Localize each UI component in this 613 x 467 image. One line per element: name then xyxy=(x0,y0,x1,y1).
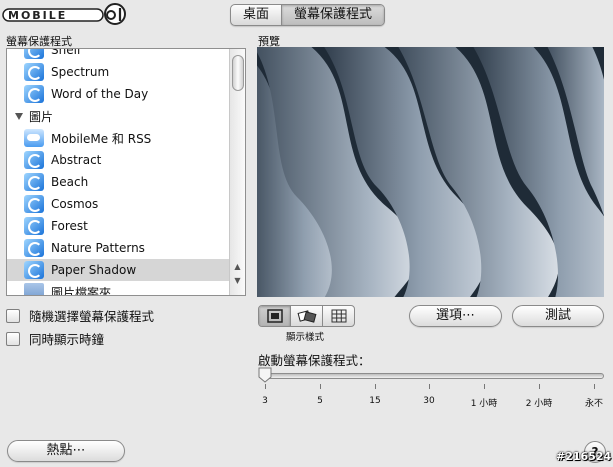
slider-tick-label: 2 小時 xyxy=(525,399,553,409)
tab-screensaver[interactable]: 螢幕保護程式 xyxy=(282,5,385,25)
folder-icon xyxy=(24,283,44,295)
list-item[interactable]: Word of the Day xyxy=(7,83,230,105)
start-after-slider-knob[interactable] xyxy=(258,367,272,383)
slider-tick-label: 5 xyxy=(317,396,323,406)
list-item-label: 圖片 xyxy=(29,109,54,124)
display-style-control xyxy=(258,305,355,327)
screensaver-preview xyxy=(257,47,604,297)
list-item-label: Shell xyxy=(51,48,81,57)
display-style-label: 顯示樣式 xyxy=(286,332,325,343)
start-screensaver-label: 啟動螢幕保護程式： xyxy=(258,353,371,368)
screensaver-icon xyxy=(24,85,44,103)
screensaver-icon xyxy=(24,63,44,81)
list-item-label: Abstract xyxy=(51,153,102,167)
slider-tick-mark xyxy=(539,384,540,389)
screensaver-list-rows: Shell Spectrum Word of the Day 圖片 MobileMe 和… xyxy=(7,48,230,296)
screensaver-icon xyxy=(24,217,44,235)
slider-tick-label: 30 xyxy=(423,396,435,406)
random-screensaver-checkbox[interactable] xyxy=(6,308,20,323)
list-item-label: 圖片檔案夾 xyxy=(51,285,112,296)
screensaver-icon xyxy=(24,151,44,169)
random-screensaver-option[interactable]: 隨機選擇螢幕保護程式 xyxy=(6,306,154,325)
list-item-label: Word of the Day xyxy=(51,87,149,101)
display-collage-button[interactable] xyxy=(291,306,322,326)
scrollbar-thumb[interactable] xyxy=(232,55,244,91)
list-item-label: MobileMe 和 RSS xyxy=(51,131,152,146)
screensaver-list[interactable]: Shell Spectrum Word of the Day 圖片 MobileMe 和… xyxy=(6,48,246,296)
scroll-down-arrow-icon[interactable]: ▼ xyxy=(232,275,243,287)
disclosure-triangle-icon[interactable] xyxy=(15,112,23,120)
list-item[interactable]: Nature Patterns xyxy=(7,237,230,259)
hot-corners-button[interactable]: 熱點⋯ xyxy=(7,440,125,462)
collage-icon xyxy=(297,310,316,323)
slider-tick-label: 1 小時 xyxy=(470,399,498,409)
slider-tick-label: 永不 xyxy=(584,399,604,409)
tab-desktop[interactable]: 桌面 xyxy=(231,5,281,25)
list-scrollbar[interactable]: ▲ ▼ xyxy=(229,49,245,295)
screensaver-icon xyxy=(24,49,44,59)
scroll-up-arrow-icon[interactable]: ▲ xyxy=(232,261,243,273)
mobile01-logo: MOBILE xyxy=(2,3,126,25)
list-item-label: Spectrum xyxy=(51,65,110,79)
cloud-icon xyxy=(24,129,44,147)
display-mosaic-button[interactable] xyxy=(323,306,354,326)
list-item[interactable]: Spectrum xyxy=(7,61,230,83)
slider-tick-mark xyxy=(375,384,376,389)
list-item-label: Beach xyxy=(51,175,89,189)
list-item[interactable]: Cosmos xyxy=(7,193,230,215)
screensaver-icon xyxy=(24,261,44,279)
paper-shadow-preview-image xyxy=(257,47,604,297)
slider-tick-mark xyxy=(429,384,430,389)
start-after-slider-track[interactable] xyxy=(262,373,604,379)
slider-tick-mark xyxy=(484,384,485,389)
slider-tick-label: 15 xyxy=(369,396,381,406)
slider-tick-label: 3 xyxy=(262,396,268,406)
slider-tick-mark xyxy=(594,384,595,389)
list-item[interactable]: MobileMe 和 RSS xyxy=(7,127,230,149)
show-clock-label: 同時顯示時鐘 xyxy=(29,332,105,347)
screensaver-list-label: 螢幕保護程式 xyxy=(6,35,72,48)
display-single-button[interactable] xyxy=(259,306,290,326)
pane-tab-control: 桌面 螢幕保護程式 xyxy=(230,4,386,26)
slider-tick-mark xyxy=(265,384,266,389)
screensaver-icon xyxy=(24,195,44,213)
list-item-label: Paper Shadow xyxy=(51,263,137,277)
list-item[interactable]: Paper Shadow xyxy=(7,259,230,281)
slider-tick-mark xyxy=(320,384,321,389)
show-clock-option[interactable]: 同時顯示時鐘 xyxy=(6,329,104,348)
random-screensaver-label: 隨機選擇螢幕保護程式 xyxy=(29,309,155,324)
list-item[interactable]: Beach xyxy=(7,171,230,193)
svg-text:MOBILE: MOBILE xyxy=(8,9,67,22)
list-item[interactable]: Shell xyxy=(7,48,230,61)
test-button[interactable]: 測試 xyxy=(512,305,604,327)
list-item-label: Forest xyxy=(51,219,88,233)
watermark-stamp: #216524 xyxy=(556,450,612,463)
single-image-icon xyxy=(266,309,283,323)
list-item-label: Cosmos xyxy=(51,197,99,211)
list-item-label: Nature Patterns xyxy=(51,241,145,255)
options-button[interactable]: 選項⋯ xyxy=(409,305,502,327)
show-clock-checkbox[interactable] xyxy=(6,331,20,346)
screensaver-icon xyxy=(24,173,44,191)
list-item[interactable]: 圖片檔案夾 xyxy=(7,281,230,296)
list-item[interactable]: Forest xyxy=(7,215,230,237)
list-group-header[interactable]: 圖片 xyxy=(7,105,230,127)
screensaver-icon xyxy=(24,239,44,257)
list-item[interactable]: Abstract xyxy=(7,149,230,171)
mosaic-grid-icon xyxy=(331,309,346,323)
